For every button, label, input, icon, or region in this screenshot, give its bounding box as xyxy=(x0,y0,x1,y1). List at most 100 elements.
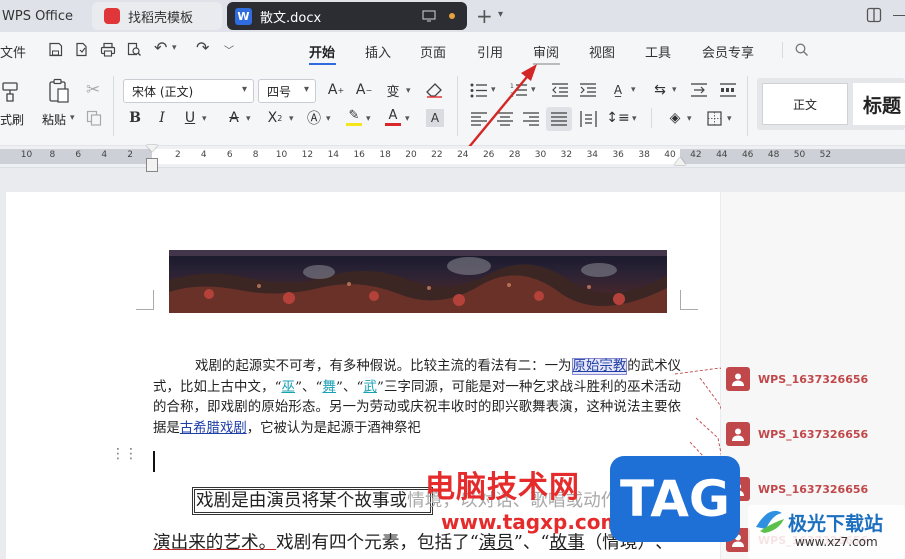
distribute-icon[interactable] xyxy=(580,111,597,127)
align-left-icon[interactable] xyxy=(471,112,487,126)
menu-home[interactable]: 开始 xyxy=(309,42,335,61)
link-wu-martial[interactable]: 武 xyxy=(363,380,377,395)
phonetic-guide-icon[interactable]: 变 xyxy=(382,80,404,100)
paragraph-1[interactable]: 戏剧的起源实不可考，有多种假说。比较主流的看法有二：一为原始宗教的武术仪式，比如… xyxy=(153,357,681,440)
strikethrough-icon[interactable]: A xyxy=(225,108,243,128)
comment-2[interactable]: WPS_1637326656 xyxy=(721,422,868,446)
first-line-indent-marker[interactable] xyxy=(146,145,158,152)
new-tab-button[interactable]: + xyxy=(476,4,493,28)
minimize-icon[interactable] xyxy=(893,15,905,16)
export-pdf-icon[interactable] xyxy=(74,42,89,57)
numbering-dropdown-icon[interactable]: ▾ xyxy=(531,85,536,95)
char-shading-icon[interactable]: A xyxy=(426,109,444,127)
menu-review[interactable]: 审阅 xyxy=(533,42,559,61)
sidebar-toggle-icon[interactable] xyxy=(866,7,882,23)
link-primitive-religion[interactable]: 原始宗教 xyxy=(571,358,628,375)
menu-tools[interactable]: 工具 xyxy=(645,42,671,61)
highlight-icon[interactable]: ✎ xyxy=(345,106,363,128)
search-icon[interactable] xyxy=(795,43,809,57)
menu-file[interactable]: 文件 xyxy=(0,42,26,61)
menu-page[interactable]: 页面 xyxy=(420,42,446,61)
link-wu-dance[interactable]: 舞 xyxy=(322,380,336,395)
redo-icon[interactable]: ↷ xyxy=(196,38,209,57)
menu-references[interactable]: 引用 xyxy=(477,42,503,61)
underline-icon[interactable]: U xyxy=(181,108,199,128)
increase-indent-icon[interactable] xyxy=(580,83,597,97)
bold-icon[interactable]: B xyxy=(126,108,144,128)
bullets-dropdown-icon[interactable]: ▾ xyxy=(491,85,496,95)
borders-icon[interactable] xyxy=(707,111,722,126)
super-dropdown-icon[interactable]: ▾ xyxy=(289,114,294,124)
format-painter-icon[interactable] xyxy=(0,80,22,102)
paste-label[interactable]: 粘贴 xyxy=(42,111,66,128)
link-greek-drama[interactable]: 古希腊戏剧 xyxy=(180,421,247,436)
shrink-font-icon[interactable]: A − xyxy=(354,80,374,100)
underline-dropdown-icon[interactable]: ▾ xyxy=(202,114,207,124)
phonetic-dropdown-icon[interactable]: ▾ xyxy=(406,86,411,96)
strike-dropdown-icon[interactable]: ▾ xyxy=(246,114,251,124)
more-chevron-icon[interactable]: ﹀ xyxy=(224,42,234,57)
eraser-icon[interactable] xyxy=(426,82,443,98)
shading-icon[interactable]: ◈ xyxy=(665,108,685,128)
chevron-down-icon[interactable]: ▾ xyxy=(498,9,503,20)
paste-icon[interactable] xyxy=(47,78,71,104)
align-center-icon[interactable] xyxy=(497,112,513,126)
link-story[interactable]: 故事 xyxy=(550,533,585,553)
spacing-dropdown-icon[interactable]: ▾ xyxy=(632,114,637,124)
document-image[interactable] xyxy=(169,250,667,313)
chinese-layout-icon[interactable]: A̲ xyxy=(607,80,629,100)
show-marks-icon[interactable] xyxy=(691,83,707,97)
layout-dropdown-icon[interactable]: ▾ xyxy=(631,85,636,95)
tab-template[interactable]: 找稻壳模板 xyxy=(92,2,222,30)
borders-dropdown-icon[interactable]: ▾ xyxy=(727,114,732,124)
menu-member[interactable]: 会员专享 xyxy=(702,42,754,61)
cut-icon[interactable]: ✂ xyxy=(86,80,100,100)
tab-marks-icon[interactable] xyxy=(720,83,736,97)
font-name-select[interactable]: 宋体 (正文) ▾ xyxy=(123,79,254,103)
font-color-icon[interactable]: A xyxy=(384,106,402,128)
italic-icon[interactable]: I xyxy=(153,108,171,128)
ruler-tick-label: 4 xyxy=(200,150,207,160)
hanging-indent-marker[interactable] xyxy=(146,158,158,172)
grow-font-icon[interactable]: A + xyxy=(326,80,346,100)
link-wu-witch[interactable]: 巫 xyxy=(281,380,295,395)
p1-text: ”、“ xyxy=(336,379,364,395)
style-normal[interactable]: 正文 xyxy=(762,83,848,125)
paste-dropdown-icon[interactable]: ▾ xyxy=(70,113,75,123)
save-icon[interactable] xyxy=(48,42,63,57)
tab-document[interactable]: W 散文.docx xyxy=(227,2,467,30)
corner-mark xyxy=(136,290,154,310)
undo-dropdown-icon[interactable]: ▾ xyxy=(172,43,177,53)
comment-3[interactable]: WPS_1637326656 xyxy=(721,477,868,501)
shading-dropdown-icon[interactable]: ▾ xyxy=(687,114,692,124)
style-heading[interactable]: 标题 xyxy=(853,83,905,125)
highlight-dropdown-icon[interactable]: ▾ xyxy=(366,114,371,124)
menu-insert[interactable]: 插入 xyxy=(365,42,391,61)
decrease-indent-icon[interactable] xyxy=(552,83,569,97)
color-dropdown-icon[interactable]: ▾ xyxy=(405,114,410,124)
text-effect-icon[interactable]: Ⓐ xyxy=(305,108,323,128)
sort-icon[interactable]: ⇆ xyxy=(650,80,670,100)
superscript-icon[interactable]: X2 xyxy=(264,108,286,128)
print-icon[interactable] xyxy=(100,42,116,57)
effect-dropdown-icon[interactable]: ▾ xyxy=(326,114,331,124)
print-preview-icon[interactable] xyxy=(126,42,142,57)
numbering-icon[interactable]: 12 xyxy=(510,82,528,98)
right-indent-marker[interactable] xyxy=(674,157,686,165)
copy-icon[interactable] xyxy=(86,110,102,126)
horizontal-ruler[interactable]: 10 8 6 4 2 2 4 6 8 10 12 14 16 18 20 22 24 26 28 30 32 34 36 38… xyxy=(0,145,905,172)
comment-1[interactable]: WPS_1637326656 xyxy=(721,367,868,391)
comment-author: WPS_1637326656 xyxy=(758,427,869,441)
font-size-select[interactable]: 四号 ▾ xyxy=(258,79,316,103)
line-spacing-icon[interactable]: ↕≡ xyxy=(606,108,629,128)
sort-dropdown-icon[interactable]: ▾ xyxy=(672,85,677,95)
link-actor[interactable]: 演员 xyxy=(479,533,514,553)
tab-wps-office[interactable]: WPS Office xyxy=(0,2,88,30)
drag-handle-icon[interactable]: ⋮⋮ xyxy=(111,447,138,461)
bullets-icon[interactable] xyxy=(470,83,488,98)
align-right-icon[interactable] xyxy=(523,112,539,126)
undo-icon[interactable]: ↶ xyxy=(154,38,167,57)
format-painter-label[interactable]: 格式刷 xyxy=(0,111,24,128)
screen-icon[interactable] xyxy=(422,9,436,23)
menu-view[interactable]: 视图 xyxy=(589,42,615,61)
